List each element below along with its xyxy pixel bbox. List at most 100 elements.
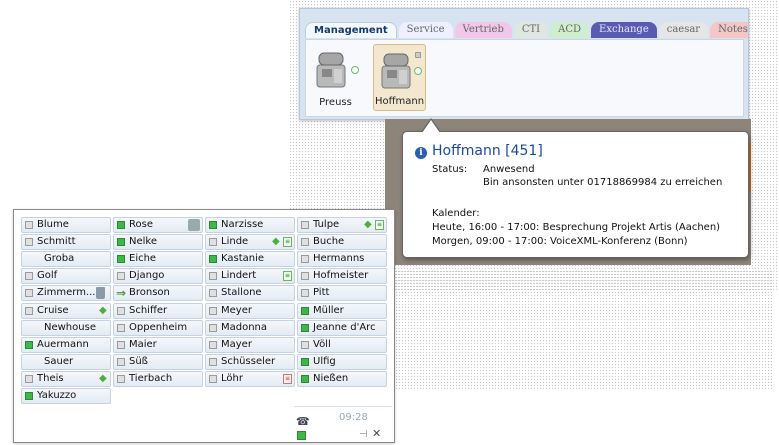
contact-name: Schüsseler	[221, 355, 276, 367]
contact-hermanns[interactable]: Hermanns	[297, 251, 387, 268]
status-available-icon	[209, 221, 217, 229]
tab-service[interactable]: Service	[398, 22, 453, 38]
contact-hofmeister[interactable]: Hofmeister	[297, 268, 387, 285]
tab-notes-gr[interactable]: Notes/Gr	[710, 22, 748, 38]
contact-name: Stallone	[221, 287, 262, 299]
trash-icon	[96, 287, 105, 300]
contact-newhouse[interactable]: Newhouse	[21, 319, 111, 336]
presence-led	[414, 67, 422, 75]
contact-name: Madonna	[221, 321, 268, 333]
contact-name: Oppenheim	[129, 321, 188, 333]
contact-sauer[interactable]: Sauer	[21, 353, 111, 370]
contact-mayer[interactable]: Mayer	[205, 336, 295, 353]
calendar-entry: Morgen, 09:00 - 17:00: VoiceXML-Konferen…	[432, 236, 688, 247]
contact-cruise[interactable]: Cruise ◆	[21, 302, 111, 319]
status-offline-icon	[209, 306, 217, 315]
status-available-icon	[301, 357, 309, 366]
contact-zimmerm[interactable]: Zimmerm...	[21, 285, 111, 302]
contact-name: Eiche	[129, 253, 157, 265]
status-available-icon	[209, 255, 217, 264]
clock: 09:28	[339, 412, 368, 423]
contact-name: Meyer	[221, 304, 252, 316]
contact-name: Blume	[37, 219, 69, 230]
tab-exchange[interactable]: Exchange	[591, 22, 657, 38]
contact-stallone[interactable]: Stallone	[205, 285, 295, 302]
contact-meyer[interactable]: Meyer	[205, 302, 295, 319]
contact-süß[interactable]: Süß	[113, 353, 203, 370]
status-available-icon	[25, 340, 33, 349]
tab-vertrieb[interactable]: Vertrieb	[454, 22, 512, 38]
contact-nelke[interactable]: Nelke	[113, 234, 203, 251]
contact-name: Mayer	[221, 338, 252, 350]
tab-acd[interactable]: ACD	[550, 22, 590, 38]
contact-müller[interactable]: Müller	[297, 302, 387, 319]
contact-bronson[interactable]: ⇒ Bronson	[113, 285, 203, 302]
contact-groba[interactable]: Groba	[21, 251, 111, 268]
contact-golf[interactable]: Golf	[21, 268, 111, 285]
contact-maier[interactable]: Maier	[113, 336, 203, 353]
contact-name: Völl	[313, 338, 331, 350]
status-label: Status:	[432, 164, 468, 175]
contacts-window: Blume Schmitt Groba Golf Zimmerm... Cruise ◆ Ne…	[13, 209, 395, 443]
tab-caesar[interactable]: caesar	[658, 22, 709, 38]
contact-theis[interactable]: Theis ◆	[21, 370, 111, 387]
contact-rose[interactable]: Rose	[113, 217, 203, 233]
status-led	[297, 431, 306, 440]
status-offline-icon	[301, 289, 309, 298]
contact-name: Müller	[313, 304, 344, 316]
contact-völl[interactable]: Völl	[297, 336, 387, 353]
contact-linde[interactable]: Linde ◆ ≡	[205, 234, 295, 251]
status-offline-icon	[301, 340, 309, 349]
group-phones-window: Management Service Vertrieb CTI ACD Exchange c…	[299, 8, 749, 120]
contact-django[interactable]: Django	[113, 268, 203, 285]
contact-schüsseler[interactable]: Schüsseler	[205, 353, 295, 370]
close-icon[interactable]: ✕	[372, 427, 381, 440]
contact-narzisse[interactable]: Narzisse	[205, 217, 295, 233]
contact-name: Löhr	[221, 372, 243, 384]
message-led	[415, 52, 421, 58]
status-offline-icon	[117, 357, 125, 366]
pin-icon[interactable]: ⊣	[359, 429, 368, 440]
contact-blume[interactable]: Blume	[21, 217, 111, 233]
contact-schiffer[interactable]: Schiffer	[113, 302, 203, 319]
status-offline-icon	[25, 374, 33, 383]
contact-oppenheim[interactable]: Oppenheim	[113, 319, 203, 336]
tab-management[interactable]: Management	[305, 22, 397, 38]
contact-name: Auermann	[37, 338, 89, 350]
contact-tierbach[interactable]: Tierbach	[113, 370, 203, 387]
contact-madonna[interactable]: Madonna	[205, 319, 295, 336]
contact-eiche[interactable]: Eiche	[113, 251, 203, 268]
tag-icon: ◆	[99, 372, 107, 384]
contact-name: Tierbach	[129, 372, 173, 384]
status-available-icon	[117, 221, 125, 229]
handset-icon[interactable]: ☎	[296, 415, 312, 428]
status-offline-icon	[25, 221, 33, 229]
contact-tulpe[interactable]: Tulpe ◆ ≡	[297, 217, 387, 233]
contact-name: Rose	[129, 219, 153, 230]
contact-yakuzzo[interactable]: Yakuzzo	[21, 388, 111, 404]
tab-cti[interactable]: CTI	[513, 22, 549, 38]
contact-pitt[interactable]: Pitt	[297, 285, 387, 302]
contact-name: Golf	[37, 270, 58, 282]
contact-buche[interactable]: Buche	[297, 234, 387, 251]
contact-ulfig[interactable]: Ulfig	[297, 353, 387, 370]
contact-name: Buche	[313, 236, 345, 248]
contact-name: Nießen	[313, 372, 349, 384]
status-offline-icon	[209, 323, 217, 332]
footer-divider	[294, 406, 392, 407]
contact-name: Hermanns	[313, 253, 365, 265]
phone-hoffmann[interactable]: Hoffmann	[373, 44, 426, 111]
status-offline-icon	[209, 340, 217, 349]
contact-auermann[interactable]: Auermann	[21, 336, 111, 353]
status-note: Bin ansonsten unter 01718869984 zu errei…	[483, 177, 723, 188]
contact-lindert[interactable]: Lindert ≡	[205, 268, 295, 285]
phone-preuss[interactable]: Preuss	[309, 44, 362, 111]
contact-kastanie[interactable]: Kastanie	[205, 251, 295, 268]
contact-schmitt[interactable]: Schmitt	[21, 234, 111, 251]
contact-jeanne-d-arc[interactable]: Jeanne d'Arc	[297, 319, 387, 336]
status-offline-icon	[301, 255, 309, 264]
note-icon: ≡	[283, 271, 292, 282]
contact-löhr[interactable]: Löhr ≡	[205, 370, 295, 387]
status-available-icon	[301, 323, 309, 332]
contact-nießen[interactable]: Nießen	[297, 370, 387, 387]
